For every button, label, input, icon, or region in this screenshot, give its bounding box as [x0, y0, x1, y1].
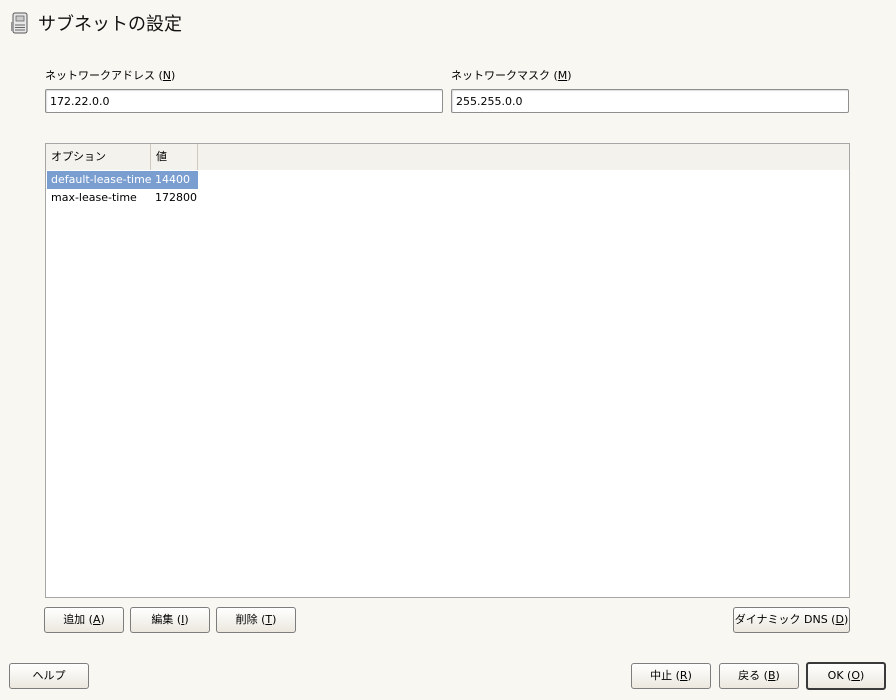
network-address-label: ネットワークアドレス (N) — [45, 69, 176, 82]
value-cell: 172800 — [155, 191, 197, 204]
add-button-label: 追加 — [63, 613, 86, 626]
network-mask-mnemonic: M — [557, 69, 568, 82]
network-mask-label: ネットワークマスク (M) — [451, 69, 572, 82]
table-row[interactable]: max-lease-time 172800 — [46, 189, 199, 207]
table-row[interactable]: default-lease-time 14400 — [46, 171, 199, 189]
edit-button-mnemonic: I — [181, 613, 185, 626]
value-cell: 14400 — [151, 171, 198, 189]
option-cell: default-lease-time — [47, 171, 152, 189]
network-address-mnemonic: N — [162, 69, 172, 82]
delete-button-mnemonic: T — [265, 613, 273, 626]
abort-button-label: 中止 — [650, 669, 673, 682]
back-button[interactable]: 戻る (B) — [719, 663, 799, 689]
ok-button-mnemonic: O — [851, 669, 861, 682]
option-cell: max-lease-time — [51, 191, 137, 204]
add-button-mnemonic: A — [92, 613, 101, 626]
help-button[interactable]: ヘルプ — [9, 663, 89, 689]
edit-button-label: 編集 — [151, 613, 174, 626]
delete-button-label: 削除 — [235, 613, 258, 626]
network-card-icon — [10, 12, 30, 34]
network-mask-input[interactable] — [451, 89, 849, 113]
network-address-label-text: ネットワークアドレス — [45, 69, 155, 82]
network-address-input[interactable] — [45, 89, 443, 113]
abort-button[interactable]: 中止 (R) — [631, 663, 711, 689]
options-table[interactable]: オプション 値 default-lease-time 14400 max-lea… — [45, 143, 850, 598]
page-title: サブネットの設定 — [38, 14, 182, 35]
dynamic-dns-button-label: ダイナミック DNS — [734, 613, 828, 626]
edit-button[interactable]: 編集 (I) — [130, 607, 210, 633]
ok-button[interactable]: OK (O) — [806, 662, 886, 690]
dynamic-dns-button-mnemonic: D — [835, 613, 844, 626]
back-button-label: 戻る — [738, 669, 761, 682]
help-button-label: ヘルプ — [32, 669, 66, 682]
column-header-option[interactable]: オプション — [46, 144, 151, 170]
back-button-mnemonic: B — [767, 669, 776, 682]
abort-button-mnemonic: R — [679, 669, 688, 682]
dynamic-dns-button[interactable]: ダイナミック DNS (D) — [733, 607, 850, 633]
table-header: オプション 値 — [46, 144, 849, 171]
delete-button[interactable]: 削除 (T) — [216, 607, 296, 633]
ok-button-label: OK — [827, 669, 844, 682]
add-button[interactable]: 追加 (A) — [44, 607, 124, 633]
column-header-value[interactable]: 値 — [151, 144, 198, 170]
network-mask-label-text: ネットワークマスク — [451, 69, 550, 82]
